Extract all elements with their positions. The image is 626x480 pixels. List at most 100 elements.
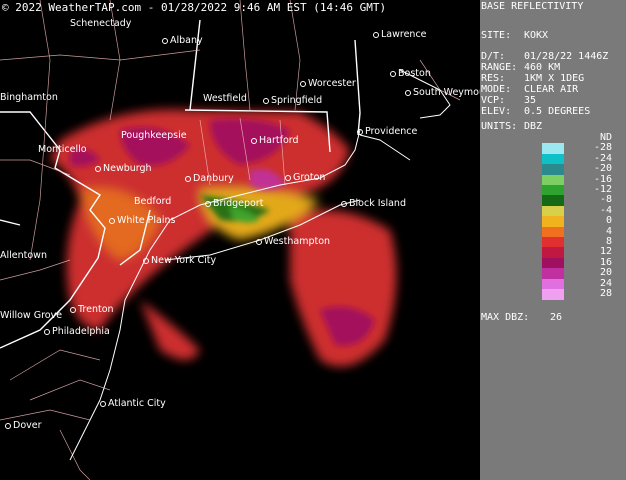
scale-swatch	[542, 289, 564, 300]
scale-swatch	[542, 237, 564, 248]
city-label: Westhampton	[256, 237, 330, 247]
scale-swatch	[542, 143, 564, 155]
city-name: Monticello	[38, 144, 87, 155]
city-label: White Plains	[109, 216, 175, 226]
scale-label: -16	[593, 173, 612, 185]
scale-label: -4	[599, 204, 612, 216]
city-name: Boston	[398, 68, 431, 79]
city-label: Bridgeport	[205, 199, 263, 209]
city-dot-icon	[44, 328, 50, 335]
city-label: Schenectady	[70, 19, 131, 29]
city-label: Block Island	[341, 199, 406, 209]
city-name: Westhampton	[264, 236, 331, 247]
city-name: Atlantic City	[108, 398, 166, 409]
city-name: Bedford	[134, 196, 172, 207]
scale-swatch	[542, 278, 564, 290]
city-dot-icon	[285, 174, 291, 181]
city-dot-icon	[405, 89, 411, 96]
city-name: Poughkeepsie	[121, 130, 187, 141]
max-dbz-label: MAX DBZ:	[481, 312, 530, 323]
scale-swatch	[542, 185, 564, 196]
scale-swatch	[542, 268, 564, 280]
city-name: Bridgeport	[213, 198, 264, 209]
city-name: Schenectady	[70, 18, 132, 29]
city-label: Groton	[285, 173, 325, 183]
city-label: New York City	[143, 256, 216, 266]
city-dot-icon	[300, 80, 306, 87]
city-label: Worcester	[300, 79, 356, 89]
city-dot-icon	[143, 257, 149, 264]
city-label: Westfield	[203, 94, 247, 104]
scale-swatch	[542, 164, 564, 176]
city-dot-icon	[263, 97, 269, 104]
city-label: Boston	[390, 69, 431, 79]
info-value: CLEAR AIR	[524, 84, 579, 95]
city-label: Atlantic City	[100, 399, 166, 409]
max-dbz-value: 26	[550, 312, 563, 323]
city-label: Bedford	[134, 197, 171, 207]
city-name: New York City	[151, 255, 217, 266]
info-value: 460 KM	[524, 62, 561, 73]
city-dot-icon	[70, 306, 76, 313]
site-value: KOKX	[524, 30, 549, 41]
scale-swatch	[542, 195, 564, 207]
info-label: RES:	[481, 73, 506, 84]
scale-swatch	[542, 153, 564, 165]
city-label: Providence	[357, 127, 417, 137]
city-name: Danbury	[193, 173, 234, 184]
scale-swatch	[542, 216, 564, 228]
city-name: Hartford	[259, 135, 299, 146]
info-value: 35	[524, 95, 537, 106]
city-name: Willow Grove	[0, 310, 63, 321]
info-value: 1KM X 1DEG	[524, 73, 585, 84]
city-label: Dover	[5, 421, 42, 431]
city-name: Albany	[170, 35, 203, 46]
city-name: Block Island	[349, 198, 406, 209]
units-label: UNITS:	[481, 121, 518, 132]
city-label: Hartford	[251, 136, 299, 146]
scale-label: 20	[599, 267, 612, 279]
units-value: DBZ	[524, 121, 543, 132]
city-label: Poughkeepsie	[121, 131, 187, 141]
city-label: Newburgh	[95, 164, 152, 174]
scale-swatch	[542, 205, 564, 217]
scale-swatch	[542, 133, 564, 144]
product-title: BASE REFLECTIVITY	[481, 1, 584, 12]
info-value: 0.5 DEGREES	[524, 106, 591, 117]
city-name: South Weymouth	[413, 87, 480, 98]
city-dot-icon	[373, 31, 379, 38]
city-label: South Weymouth	[405, 88, 480, 98]
city-label: Binghamton	[0, 93, 58, 103]
scale-label: -20	[593, 163, 612, 175]
city-dot-icon	[256, 238, 262, 245]
city-label: Monticello	[38, 145, 87, 155]
info-label: MODE:	[481, 84, 512, 95]
copyright-timestamp: © 2022 WeatherTAP.com - 01/28/2022 9:46 …	[2, 1, 387, 14]
city-name: Westfield	[203, 93, 247, 104]
city-label: Willow Grove	[0, 311, 62, 321]
city-name: Dover	[13, 420, 42, 431]
city-dot-icon	[205, 200, 211, 207]
site-label: SITE:	[481, 30, 512, 41]
city-label: Springfield	[263, 96, 322, 106]
city-name: Worcester	[308, 78, 356, 89]
scale-label: -8	[599, 194, 612, 206]
city-label: Lawrence	[373, 30, 427, 40]
city-name: Providence	[365, 126, 418, 137]
info-label: ELEV:	[481, 106, 512, 117]
scale-label: 8	[605, 236, 612, 247]
city-label: Allentown	[0, 251, 47, 261]
legend-panel: BASE REFLECTIVITY SITE: KOKX D/T: 01/28/2…	[480, 0, 626, 480]
scale-swatch	[542, 226, 564, 238]
info-value: 01/28/22 1446Z	[524, 51, 609, 62]
city-label: Philadelphia	[44, 327, 110, 337]
scale-label: ND	[599, 132, 612, 143]
radar-map[interactable]: © 2022 WeatherTAP.com - 01/28/2022 9:46 …	[0, 0, 480, 480]
city-name: White Plains	[117, 215, 176, 226]
city-dot-icon	[5, 422, 11, 429]
city-name: Allentown	[0, 250, 47, 261]
scale-label: 24	[599, 277, 612, 289]
scale-swatch	[542, 257, 564, 269]
city-dot-icon	[100, 400, 106, 407]
city-name: Trenton	[78, 304, 114, 315]
